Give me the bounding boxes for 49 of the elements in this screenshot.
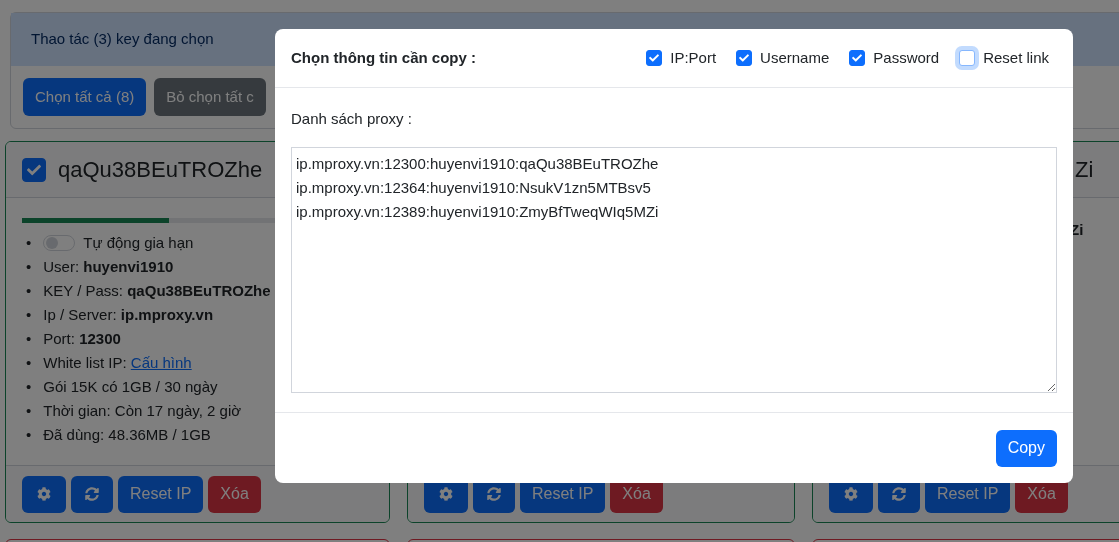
option-label: Password (873, 47, 940, 68)
deselect-all-button[interactable]: Bỏ chọn tất c (154, 78, 266, 116)
detail-text: Thời gian: Còn 17 ngày, 2 giờ (43, 401, 242, 421)
bullet: • (26, 305, 32, 325)
bullet: • (26, 353, 32, 373)
refresh-icon (85, 487, 99, 501)
dialog-title: Chọn thông tin cần copy : (291, 47, 476, 68)
bullet: • (26, 401, 32, 421)
bullet: • (26, 425, 32, 445)
bullet: • (26, 329, 32, 349)
detail-text: Port: 12300 (43, 329, 121, 349)
checkbox[interactable] (736, 50, 753, 66)
settings-icon (37, 487, 51, 501)
delete-button[interactable]: Xóa (208, 475, 261, 513)
bullet: • (26, 257, 32, 277)
refresh-icon (487, 487, 501, 501)
checkbox[interactable] (849, 50, 866, 66)
check-icon (27, 162, 41, 177)
detail-text: Ip / Server: ip.mproxy.vn (43, 305, 214, 325)
detail-text: White list IP: Cấu hình (43, 353, 192, 373)
refresh-icon (892, 487, 906, 501)
checkbox[interactable] (959, 50, 976, 66)
bullet: • (26, 233, 32, 253)
bullet: • (26, 377, 32, 397)
select-all-button[interactable]: Chọn tất cả (8) (23, 78, 147, 116)
option-label: IP:Port (670, 47, 717, 68)
list-label: Danh sách proxy : (291, 109, 413, 129)
card-title: qaQu38BEuTROZhe (58, 156, 263, 184)
reset-ip-button[interactable]: Reset IP (118, 475, 204, 513)
bulk-panel-title: Thao tác (3) key đang chọn (31, 29, 214, 50)
bullet: • (26, 281, 32, 301)
option-label: Reset link (983, 47, 1049, 68)
check-icon (852, 53, 863, 63)
copy-button[interactable]: Copy (995, 429, 1057, 467)
config-link[interactable]: Cấu hình (130, 354, 192, 371)
check-icon (649, 53, 660, 63)
settings-icon (439, 487, 453, 501)
checkbox[interactable] (22, 157, 46, 182)
detail-text: User: huyenvi1910 (43, 257, 174, 277)
check-icon (739, 53, 750, 63)
settings-icon (844, 487, 858, 501)
detail-text: Gói 15K có 1GB / 30 ngày (43, 377, 218, 397)
auto-renew-label: Tự động gia hạn (83, 233, 194, 253)
detail-text: KEY / Pass: qaQu38BEuTROZhe (43, 281, 271, 301)
detail-text: Đã dùng: 48.36MB / 1GB (43, 425, 211, 445)
checkbox[interactable] (646, 50, 663, 66)
proxy-list-field[interactable]: ip.mproxy.vn:12300:huyenvi1910:qaQu38BEuTROZhe ip.mproxy.vn:12364:huyenvi1910:NsukV1zn5MTBsv5 ip.mproxy.vn:12389:huyenvi1910:ZmyBfTweqWIq5MZi (291, 146, 1057, 393)
card-title: Zi (1075, 156, 1094, 184)
option-label: Username (760, 47, 830, 68)
